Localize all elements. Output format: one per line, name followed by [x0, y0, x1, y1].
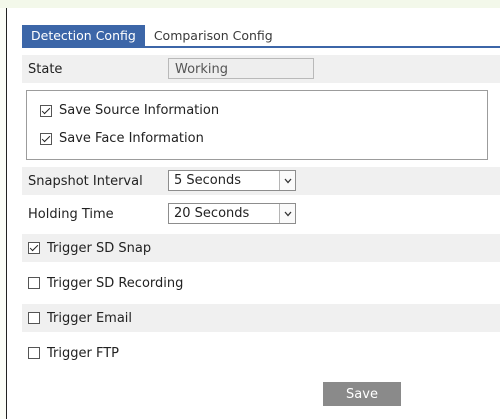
- trigger-email-label: Trigger Email: [47, 310, 133, 326]
- snapshot-interval-row: Snapshot Interval 5 Seconds: [22, 167, 500, 195]
- snapshot-interval-label: Snapshot Interval: [28, 173, 143, 189]
- left-border-line: [6, 8, 7, 419]
- trigger-sd-snap-label: Trigger SD Snap: [47, 240, 152, 256]
- tab-bar: Detection Config Comparison Config: [22, 25, 282, 47]
- tab-detection-config[interactable]: Detection Config: [22, 25, 145, 47]
- save-face-info-option[interactable]: Save Face Information: [40, 131, 204, 146]
- trigger-ftp-option[interactable]: Trigger FTP: [28, 346, 119, 361]
- holding-time-select[interactable]: 20 Seconds: [168, 203, 296, 224]
- chevron-down-icon[interactable]: [279, 171, 295, 190]
- trigger-sd-snap-option[interactable]: Trigger SD Snap: [28, 241, 151, 256]
- save-source-info-option[interactable]: Save Source Information: [40, 103, 219, 118]
- trigger-sd-recording-label: Trigger SD Recording: [47, 275, 184, 291]
- save-source-info-label: Save Source Information: [59, 103, 220, 118]
- snapshot-interval-select[interactable]: 5 Seconds: [168, 170, 296, 191]
- chevron-down-icon[interactable]: [279, 204, 295, 223]
- trigger-email-option[interactable]: Trigger Email: [28, 311, 132, 326]
- trigger-sd-snap-row: Trigger SD Snap: [22, 234, 500, 262]
- checkbox-icon[interactable]: [28, 277, 40, 289]
- save-button[interactable]: Save: [323, 382, 401, 406]
- checkbox-icon[interactable]: [28, 312, 40, 324]
- save-info-group: Save Source Information Save Face Inform…: [26, 90, 488, 160]
- trigger-sd-recording-option[interactable]: Trigger SD Recording: [28, 276, 183, 291]
- checkbox-icon[interactable]: [28, 242, 40, 254]
- holding-time-label: Holding Time: [28, 206, 114, 222]
- trigger-email-row: Trigger Email: [22, 304, 500, 332]
- top-band: [0, 0, 500, 8]
- checkbox-icon[interactable]: [28, 347, 40, 359]
- tab-underline: [22, 46, 500, 48]
- save-face-info-label: Save Face Information: [59, 131, 204, 146]
- state-label: State: [28, 61, 63, 77]
- trigger-sd-recording-row: Trigger SD Recording: [22, 269, 500, 297]
- state-value-field: Working: [168, 58, 314, 79]
- snapshot-interval-value: 5 Seconds: [174, 173, 242, 188]
- holding-time-value: 20 Seconds: [174, 206, 250, 221]
- checkbox-icon[interactable]: [40, 132, 52, 145]
- checkbox-icon[interactable]: [40, 104, 52, 117]
- holding-time-row: Holding Time 20 Seconds: [22, 200, 500, 228]
- trigger-ftp-label: Trigger FTP: [47, 345, 119, 361]
- tab-comparison-config[interactable]: Comparison Config: [145, 25, 282, 47]
- state-row: State Working: [22, 55, 500, 83]
- trigger-ftp-row: Trigger FTP: [22, 339, 500, 367]
